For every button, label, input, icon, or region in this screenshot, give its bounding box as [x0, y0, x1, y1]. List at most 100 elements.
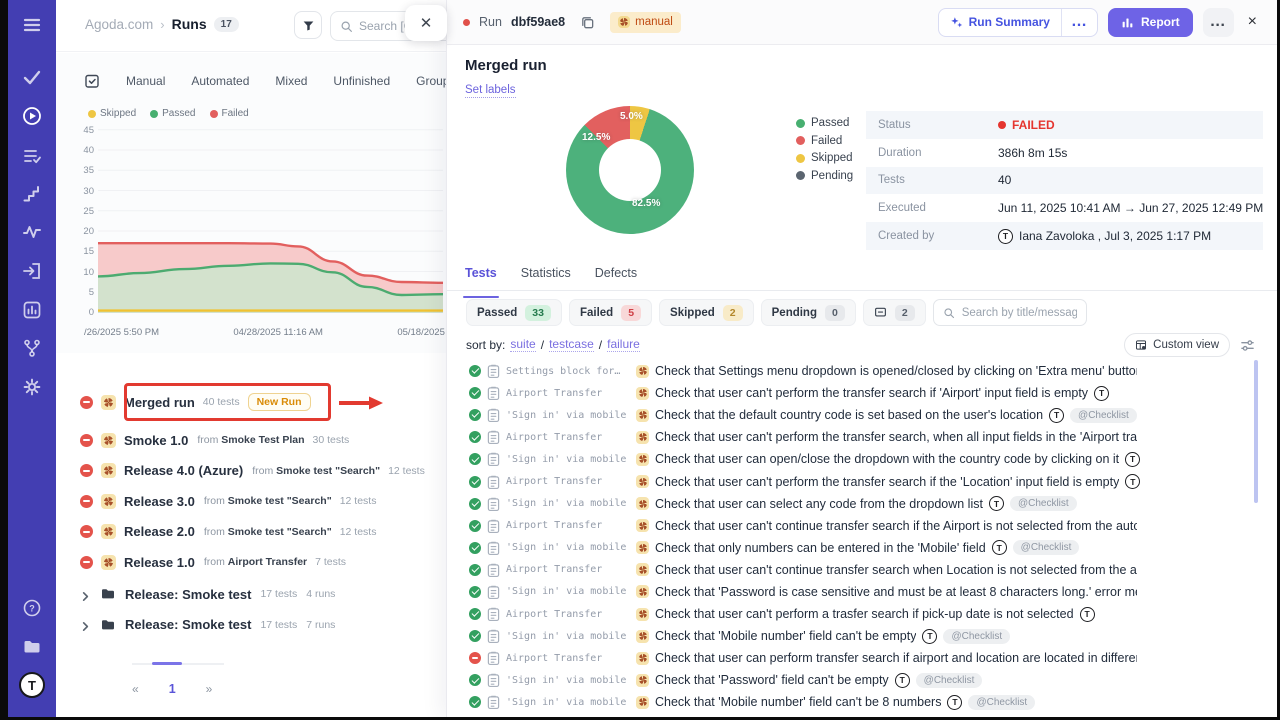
filter-chip-failed[interactable]: Failed5	[569, 299, 652, 326]
filter-chip-skipped[interactable]: Skipped2	[659, 299, 754, 326]
test-row[interactable]: Airport TransferCheck that user can't co…	[447, 515, 1277, 537]
run-name[interactable]: Merged run	[124, 395, 195, 410]
test-title[interactable]: Check that 'Mobile number' field can't b…	[655, 695, 941, 709]
test-row[interactable]: Settings block for…Check that Settings m…	[447, 360, 1277, 382]
test-row[interactable]: Airport TransferCheck that user can't co…	[447, 559, 1277, 581]
view-settings-icon[interactable]	[1240, 338, 1255, 353]
test-title[interactable]: Check that user can't perform the transf…	[655, 386, 1088, 400]
run-group-row[interactable]: Release: Smoke test17 tests4 runs	[80, 581, 335, 607]
comments-filter-chip[interactable]: 2	[863, 299, 926, 326]
checklist-tag[interactable]: @Checklist	[943, 629, 1010, 644]
test-title[interactable]: Check that user can't perform the transf…	[655, 475, 1119, 489]
group-name[interactable]: Release: Smoke test	[125, 587, 251, 602]
test-row[interactable]: Airport TransferCheck that user can perf…	[447, 647, 1277, 669]
test-title[interactable]: Check that only numbers can be entered i…	[655, 541, 986, 555]
chevron-right-icon[interactable]	[80, 619, 91, 630]
chevron-right-icon[interactable]	[80, 589, 91, 600]
runs-tab-manual[interactable]: Manual	[126, 74, 165, 88]
test-row[interactable]: 'Sign in' via mobileCheck that user can …	[447, 448, 1277, 470]
set-labels-link[interactable]: Set labels	[465, 84, 516, 98]
settings-icon[interactable]	[21, 376, 43, 398]
test-row[interactable]: Airport TransferCheck that user can't pe…	[447, 603, 1277, 625]
custom-view-button[interactable]: Custom view	[1124, 333, 1230, 357]
run-name[interactable]: Release 3.0	[124, 494, 195, 509]
more-actions-button[interactable]: …	[1203, 8, 1234, 37]
checklist-tag[interactable]: @Checklist	[916, 673, 983, 688]
runs-tab-automated[interactable]: Automated	[191, 74, 249, 88]
tests-search-input[interactable]	[962, 307, 1077, 319]
runs-tab-unfinished[interactable]: Unfinished	[333, 74, 390, 88]
test-row[interactable]: 'Sign in' via mobileCheck that 'Password…	[447, 669, 1277, 691]
run-row[interactable]: Release 2.0from Smoke test "Search"12 te…	[80, 519, 376, 545]
filter-button[interactable]	[294, 11, 322, 39]
run-name[interactable]: Smoke 1.0	[124, 433, 188, 448]
sort-by-testcase[interactable]: testcase	[549, 337, 594, 352]
test-row[interactable]: 'Sign in' via mobileCheck that 'Mobile n…	[447, 625, 1277, 647]
filter-chip-pending[interactable]: Pending0	[761, 299, 856, 326]
run-row[interactable]: Smoke 1.0from Smoke Test Plan30 tests	[80, 427, 349, 453]
user-avatar[interactable]: T	[19, 672, 45, 698]
sort-by-failure[interactable]: failure	[607, 337, 640, 352]
test-row[interactable]: Airport TransferCheck that user can't pe…	[447, 470, 1277, 492]
test-cases-icon[interactable]	[21, 66, 43, 88]
test-title[interactable]: Check that 'Password' field can't be emp…	[655, 673, 889, 687]
run-summary-more-button[interactable]: …	[1062, 9, 1097, 36]
sort-by-suite[interactable]: suite	[510, 337, 535, 352]
test-plans-icon[interactable]	[21, 145, 43, 167]
scrollbar-thumb[interactable]	[1254, 360, 1258, 503]
analytics-icon[interactable]	[21, 299, 43, 321]
test-row[interactable]: Airport TransferCheck that user can't pe…	[447, 426, 1277, 448]
run-name[interactable]: Release 4.0 (Azure)	[124, 463, 243, 478]
run-name[interactable]: Release 1.0	[124, 555, 195, 570]
test-title[interactable]: Check that user can't perform a trasfer …	[655, 607, 1074, 621]
breadcrumb-project[interactable]: Agoda.com	[85, 17, 153, 32]
test-title[interactable]: Check that user can't continue transfer …	[655, 519, 1137, 533]
drawer-edge-close-button[interactable]: ✕	[405, 5, 447, 41]
test-row[interactable]: Airport TransferCheck that user can't pe…	[447, 382, 1277, 404]
run-group-row[interactable]: Release: Smoke test17 tests7 runs	[80, 612, 335, 638]
activity-icon[interactable]	[21, 221, 43, 243]
select-runs-icon[interactable]	[84, 73, 100, 89]
menu-icon[interactable]	[21, 14, 43, 36]
tab-defects[interactable]: Defects	[595, 266, 637, 290]
test-runs-icon[interactable]	[21, 105, 43, 127]
test-title[interactable]: Check that user can't continue transfer …	[655, 563, 1137, 577]
checklist-tag[interactable]: @Checklist	[1013, 540, 1080, 555]
copy-icon[interactable]	[580, 15, 595, 30]
test-title[interactable]: Check that Settings menu dropdown is ope…	[655, 364, 1137, 378]
test-title[interactable]: Check that user can select any code from…	[655, 497, 983, 511]
pagination-prev[interactable]: «	[126, 680, 145, 698]
test-title[interactable]: Check that the default country code is s…	[655, 408, 1043, 422]
run-summary-button[interactable]: Run Summary …	[938, 8, 1098, 37]
run-summary-main[interactable]: Run Summary	[939, 9, 1061, 36]
pagination-page-1[interactable]: 1	[163, 680, 182, 698]
tab-tests[interactable]: Tests	[465, 266, 497, 290]
filter-chip-passed[interactable]: Passed33	[466, 299, 562, 326]
run-row[interactable]: Merged run40 testsNew Run	[80, 389, 311, 415]
integrations-icon[interactable]	[21, 337, 43, 359]
shared-steps-icon[interactable]	[21, 183, 43, 205]
projects-icon[interactable]	[21, 636, 43, 658]
runs-tab-mixed[interactable]: Mixed	[275, 74, 307, 88]
run-row[interactable]: Release 4.0 (Azure)from Smoke test "Sear…	[80, 458, 425, 484]
run-row[interactable]: Release 3.0from Smoke test "Search"12 te…	[80, 488, 376, 514]
test-row[interactable]: 'Sign in' via mobileCheck that user can …	[447, 493, 1277, 515]
help-icon[interactable]: ?	[21, 597, 43, 619]
run-name[interactable]: Release 2.0	[124, 524, 195, 539]
test-row[interactable]: 'Sign in' via mobileCheck that only numb…	[447, 537, 1277, 559]
test-row[interactable]: 'Sign in' via mobileCheck that 'Password…	[447, 581, 1277, 603]
requirements-icon[interactable]	[21, 260, 43, 282]
test-title[interactable]: Check that 'Password is case sensitive a…	[655, 585, 1137, 599]
report-button[interactable]: Report	[1108, 8, 1193, 37]
test-title[interactable]: Check that user can perform transfer sea…	[655, 651, 1137, 665]
checklist-tag[interactable]: @Checklist	[1010, 496, 1077, 511]
group-name[interactable]: Release: Smoke test	[125, 617, 251, 632]
tab-statistics[interactable]: Statistics	[521, 266, 571, 290]
test-title[interactable]: Check that user can open/close the dropd…	[655, 452, 1119, 466]
test-title[interactable]: Check that user can't perform the transf…	[655, 430, 1137, 444]
close-drawer-button[interactable]: ×	[1244, 13, 1261, 31]
test-row[interactable]: 'Sign in' via mobileCheck that 'Mobile n…	[447, 691, 1277, 713]
test-row[interactable]: 'Sign in' via mobileCheck that the defau…	[447, 404, 1277, 426]
tests-search[interactable]	[933, 299, 1087, 326]
checklist-tag[interactable]: @Checklist	[968, 695, 1035, 710]
